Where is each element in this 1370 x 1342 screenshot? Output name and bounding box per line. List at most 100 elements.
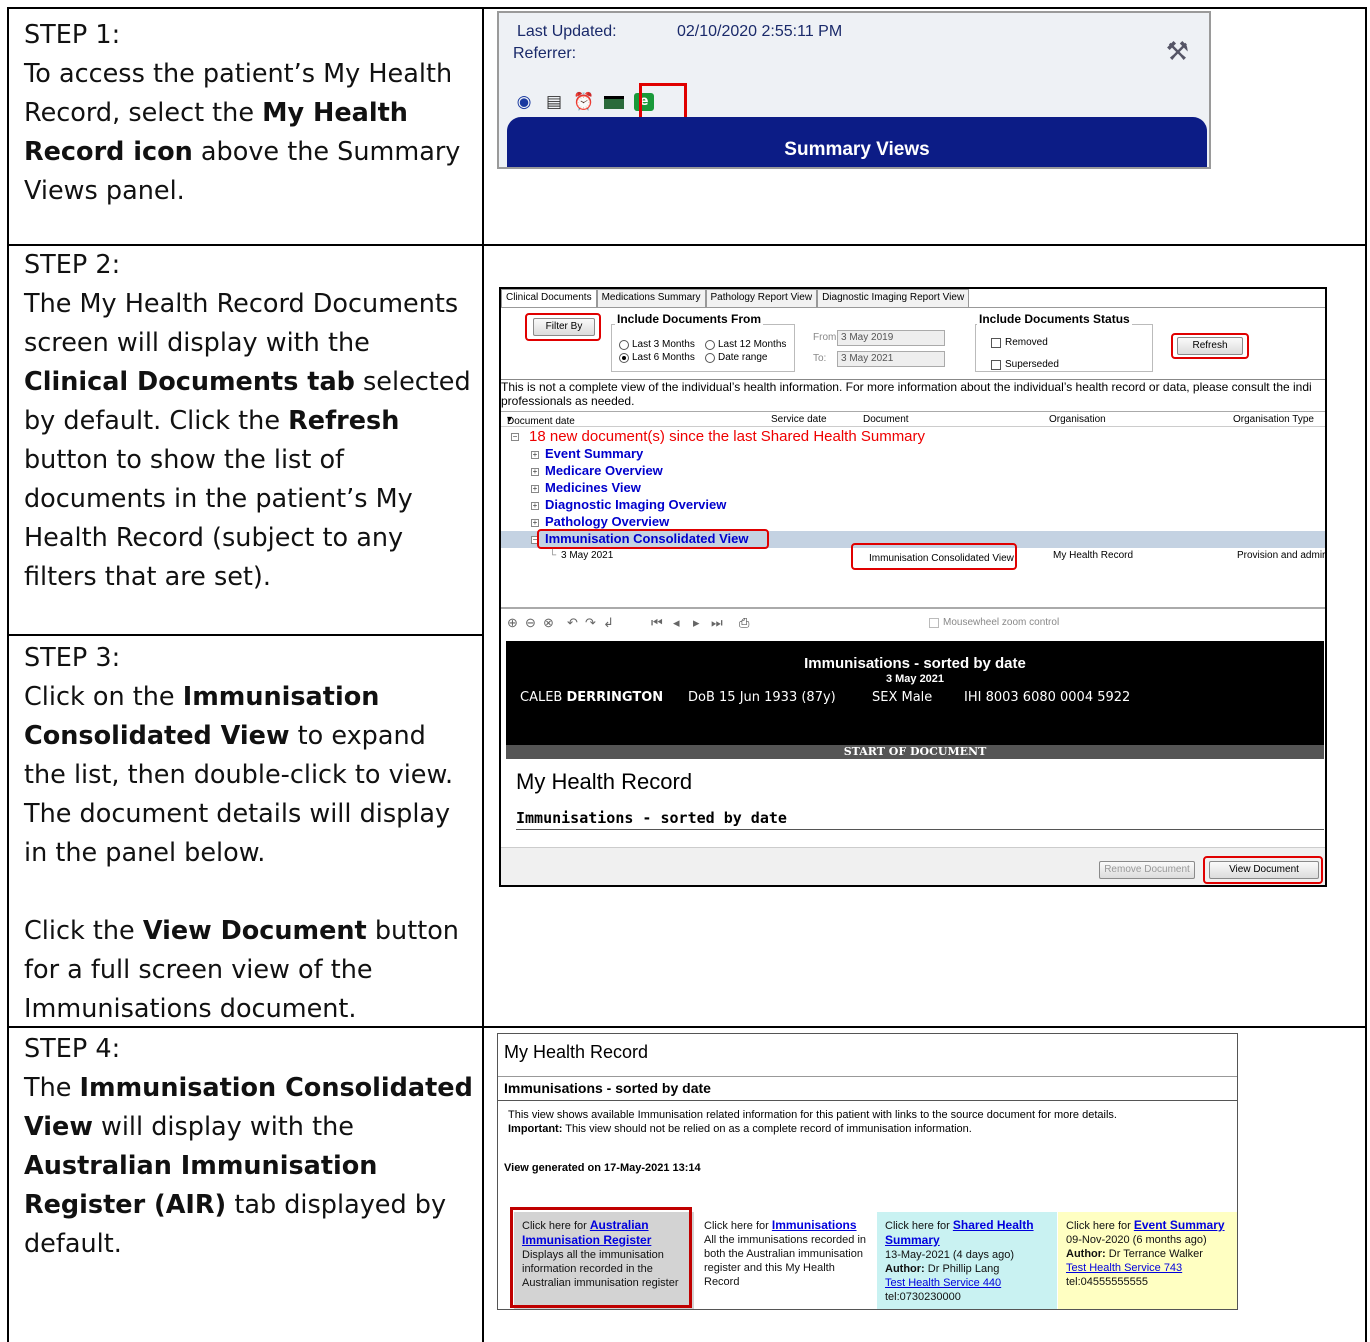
card-shared-health-summary[interactable]: Click here for Shared Health Summary 13-… (877, 1212, 1057, 1309)
my-health-record-documents-screenshot: Clinical Documents Medications Summary P… (499, 287, 1327, 887)
patient-name: CALEB DERRINGTON (520, 690, 664, 705)
step-1-heading: STEP 1: (24, 20, 121, 50)
step-4-heading: STEP 4: (24, 1034, 121, 1064)
patient-dob: DoB 15 Jun 1933 (87y) (688, 690, 836, 705)
radio-last-6-months[interactable]: Last 6 Months (619, 352, 695, 363)
from-date-field[interactable]: 3 May 2019 (837, 330, 945, 346)
link-test-health-service-440[interactable]: Test Health Service 440 (885, 1277, 1001, 1289)
table-border-right (1365, 7, 1367, 1342)
eye-icon[interactable]: ◉ (513, 91, 535, 113)
patient-ihi: IHI 8003 6080 0004 5922 (964, 690, 1131, 705)
document-columns: Document date ▾ Service date Document Or… (501, 411, 1325, 427)
tree-item-event-summary[interactable]: + Event Summary (501, 446, 1325, 463)
next-page-icon[interactable]: ▸ (693, 615, 700, 631)
referrer-label: Referrer: (513, 45, 577, 62)
step-4-text: STEP 4: The Immunisation Consolidated Vi… (24, 1030, 474, 1264)
link-test-health-service-743[interactable]: Test Health Service 743 (1066, 1262, 1182, 1274)
step-1-text: STEP 1: To access the patient’s My Healt… (24, 16, 474, 211)
first-page-icon[interactable]: ⏮ (651, 615, 663, 631)
rotate-right-icon[interactable]: ↷ (585, 615, 596, 631)
table-column-divider (482, 7, 484, 1342)
radio-last-12-months[interactable]: Last 12 Months (705, 339, 786, 350)
step-3-body: Click on the Immunisation Consolidated V… (24, 682, 454, 868)
view-document-highlight (1203, 856, 1323, 884)
immunisation-tree-highlight (537, 529, 769, 549)
col-document[interactable]: Document (863, 414, 909, 425)
patient-sex: SEX Male (872, 690, 933, 705)
superseded-checkbox[interactable]: Superseded (991, 359, 1059, 370)
tools-icon[interactable]: ⚒ (1166, 37, 1189, 67)
preview-subheading: Immunisations - sorted by date (516, 809, 787, 827)
zoom-in-icon[interactable]: ⊕ (507, 615, 518, 631)
document-title: Immunisations - sorted by date (804, 655, 1026, 672)
mousewheel-zoom-checkbox[interactable]: Mousewheel zoom control (929, 617, 1059, 628)
start-of-document-bar: START OF DOCUMENT (506, 745, 1324, 759)
col-organisation-type[interactable]: Organisation Type (1233, 414, 1314, 425)
card-immunisations[interactable]: Click here for Immunisations All the imm… (696, 1212, 876, 1309)
status-title: Include Documents Status (977, 312, 1132, 326)
tree-item-diagnostic-imaging-overview[interactable]: + Diagnostic Imaging Overview (501, 497, 1325, 514)
summary-views-panel: Summary Views (507, 117, 1207, 167)
removed-checkbox[interactable]: Removed (991, 337, 1048, 348)
return-icon[interactable]: ↲ (603, 615, 614, 631)
document-cell-highlight (851, 543, 1017, 570)
step-2-body: The My Health Record Documents screen wi… (24, 289, 471, 592)
viewer-toolbar: ⊕ ⊖ ⊗ ↶ ↷ ↲ ⏮ ◂ ▸ ⏭ ⎙ Mousewheel zoom co… (501, 607, 1325, 635)
step-2-text: STEP 2: The My Health Record Documents s… (24, 246, 474, 597)
row-divider-2 (7, 634, 484, 636)
subtitle-divider (498, 1100, 1237, 1101)
alarm-icon[interactable]: ⏰ (573, 91, 595, 113)
document-icon[interactable]: ▤ (543, 91, 565, 113)
view-info: This view shows available Immunisation r… (508, 1109, 1117, 1135)
summary-views-screenshot: Last Updated: 02/10/2020 2:55:11 PM Refe… (497, 11, 1211, 169)
preview-heading: My Health Record (516, 769, 693, 794)
refresh-highlight (1171, 333, 1249, 359)
col-document-date[interactable]: Document date ▾ (507, 414, 575, 427)
card-icon[interactable] (603, 91, 625, 113)
title-divider (498, 1076, 1237, 1077)
radio-last-3-months[interactable]: Last 3 Months (619, 339, 695, 350)
document-date: 3 May 2021 (885, 673, 945, 685)
last-updated-value: 02/10/2020 2:55:11 PM (677, 23, 843, 40)
print-icon[interactable]: ⎙ (739, 615, 749, 631)
link-event-summary[interactable]: Event Summary (1134, 1218, 1225, 1232)
last-page-icon[interactable]: ⏭ (711, 615, 723, 631)
rotate-left-icon[interactable]: ↶ (567, 615, 578, 631)
step-2-heading: STEP 2: (24, 250, 121, 280)
tree-item-medicare-overview[interactable]: + Medicare Overview (501, 463, 1325, 480)
tree-item-medicines-view[interactable]: + Medicines View (501, 480, 1325, 497)
tab-clinical-documents[interactable]: Clinical Documents (501, 289, 597, 307)
filter-by-highlight (525, 313, 601, 341)
document-action-bar: Remove Document View Document (501, 847, 1325, 885)
to-date-field[interactable]: 3 May 2021 (837, 351, 945, 367)
incomplete-view-notice: This is not a complete view of the indiv… (501, 379, 1325, 409)
table-border-left (7, 7, 9, 1342)
document-tabs: Clinical Documents Medications Summary P… (501, 289, 970, 307)
remove-document-button[interactable]: Remove Document (1099, 861, 1195, 879)
air-card-highlight (510, 1207, 692, 1308)
table-border-top (7, 7, 1367, 9)
step-4-body: The Immunisation Consolidated View will … (24, 1073, 473, 1259)
view-title: My Health Record (504, 1042, 649, 1062)
previous-page-icon[interactable]: ◂ (673, 615, 680, 631)
from-label: From: (813, 332, 840, 343)
radio-date-range[interactable]: Date range (705, 352, 767, 363)
new-documents-row[interactable]: − 18 new document(s) since the last Shar… (501, 428, 1325, 445)
card-event-summary[interactable]: Click here for Event Summary 09-Nov-2020… (1058, 1212, 1237, 1309)
step-3-heading: STEP 3: (24, 643, 121, 673)
document-preview: My Health Record Immunisations - sorted … (506, 759, 1324, 849)
tab-pathology-report-view[interactable]: Pathology Report View (705, 289, 818, 307)
zoom-reset-icon[interactable]: ⊗ (543, 615, 554, 631)
include-from-title: Include Documents From (615, 312, 764, 326)
last-updated-label: Last Updated: (517, 23, 617, 40)
document-header: Immunisations - sorted by date 3 May 202… (506, 641, 1324, 745)
tab-medications-summary[interactable]: Medications Summary (596, 289, 706, 307)
step-3-text: STEP 3: Click on the Immunisation Consol… (24, 639, 474, 1029)
view-subtitle: Immunisations - sorted by date (504, 1080, 711, 1096)
col-organisation[interactable]: Organisation (1049, 414, 1106, 425)
zoom-out-icon[interactable]: ⊖ (525, 615, 536, 631)
col-service-date[interactable]: Service date (771, 414, 827, 425)
tab-diagnostic-imaging-report-view[interactable]: Diagnostic Imaging Report View (817, 289, 970, 307)
link-immunisations[interactable]: Immunisations (772, 1218, 857, 1232)
view-generated: View generated on 17-May-2021 13:14 (504, 1162, 701, 1174)
